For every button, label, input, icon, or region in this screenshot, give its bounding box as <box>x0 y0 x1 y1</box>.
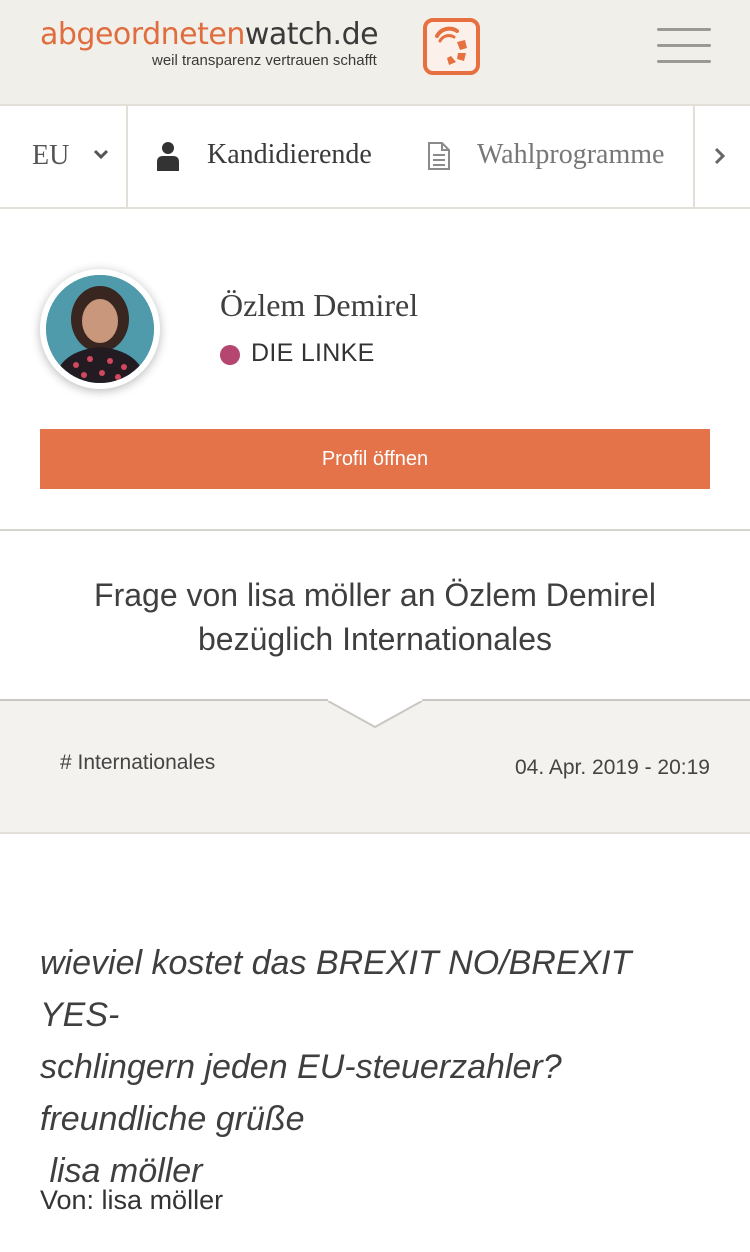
logo-wordmark: abgeordnetenwatch.de <box>40 17 379 52</box>
logo-wordmark-part1: abgeordneten <box>40 17 245 52</box>
question-body: wieviel kostet das BREXIT NO/BREXIT YES-… <box>40 937 710 1197</box>
site-logo[interactable]: abgeordnetenwatch.de weil transparenz ve… <box>40 17 379 70</box>
chevron-down-icon <box>93 149 109 160</box>
question-body-line: schlingern jeden EU-steuerzahler? <box>40 1048 562 1086</box>
open-profile-button[interactable]: Profil öffnen <box>40 429 710 489</box>
region-selector[interactable]: EU <box>0 106 128 207</box>
site-header: abgeordnetenwatch.de weil transparenz ve… <box>0 0 750 106</box>
hamburger-menu-icon[interactable] <box>657 28 711 64</box>
question-date: 04. Apr. 2019 - 20:19 <box>515 756 710 779</box>
logo-emblem-icon <box>423 18 480 75</box>
nav-item-kandidierende[interactable]: Kandidierende <box>152 106 397 207</box>
avatar[interactable] <box>40 269 160 389</box>
question-author: Von: lisa möller <box>40 1185 224 1215</box>
party-name: DIE LINKE <box>251 339 375 367</box>
person-icon <box>157 142 179 171</box>
nav-item-label: Kandidierende <box>207 139 372 170</box>
notch-pointer <box>328 697 422 729</box>
topic-tag-link[interactable]: # Internationales <box>60 751 215 775</box>
party-color-dot <box>220 345 240 365</box>
document-icon <box>428 142 450 170</box>
candidate-profile: Özlem Demirel DIE LINKE Profil öffnen <box>0 209 750 531</box>
question-title: Frage von lisa möller an Özlem Demirel b… <box>94 577 656 657</box>
nav-item-label: Wahlprogramme <box>477 139 665 170</box>
nav-item-wahlprogramme[interactable]: Wahlprogramme <box>425 106 693 207</box>
chevron-right-icon <box>714 147 726 165</box>
region-selector-label: EU <box>32 140 70 171</box>
question-header: Frage von lisa möller an Özlem Demirel b… <box>0 531 750 701</box>
candidate-name: Özlem Demirel <box>220 287 419 323</box>
logo-tagline: weil transparenz vertrauen schafft <box>152 52 377 69</box>
avatar-photo <box>46 275 154 383</box>
section-nav: EU Kandidierende Wahlprogramme <box>0 106 750 209</box>
question-meta: # Internationales 04. Apr. 2019 - 20:19 <box>0 697 750 834</box>
question-body-line: wieviel kostet das BREXIT NO/BREXIT YES- <box>40 944 632 1034</box>
nav-scroll-right[interactable] <box>693 106 750 207</box>
question-body-line: freundliche grüße <box>40 1100 305 1138</box>
logo-wordmark-part2: watch.de <box>244 17 379 52</box>
